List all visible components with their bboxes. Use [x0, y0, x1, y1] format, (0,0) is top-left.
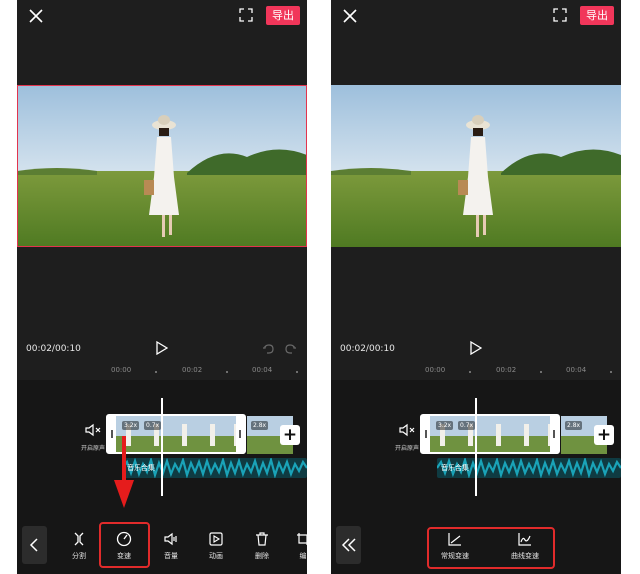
chevron-left-icon	[29, 538, 38, 552]
music-label: 音乐合集	[441, 464, 469, 472]
tool-volume[interactable]: 音量	[151, 531, 191, 561]
export-button[interactable]: 导出	[580, 6, 614, 25]
ruler-tick: 00:04	[252, 366, 273, 374]
close-icon[interactable]	[27, 7, 45, 25]
editor-screen-left: 导出 00:02/00:10 00:00 00:02 00:04 开启原声 3.…	[17, 0, 307, 574]
speed-highlight-box	[99, 522, 150, 568]
music-label: 音乐合集	[127, 464, 155, 472]
back-button[interactable]	[22, 526, 47, 564]
trim-handle-left[interactable]	[422, 416, 430, 452]
speaker-mute-icon	[85, 423, 101, 437]
ruler-tick: 00:00	[425, 366, 446, 374]
delete-icon	[256, 532, 268, 546]
back-button[interactable]	[336, 526, 361, 564]
speed-badge: 2.8x	[251, 421, 269, 430]
ruler-tick: 00:00	[111, 366, 132, 374]
video-preview	[331, 85, 621, 247]
close-icon[interactable]	[341, 7, 359, 25]
tool-split[interactable]: 分割	[59, 531, 99, 561]
ruler-tick: 00:02	[496, 366, 517, 374]
speaker-mute-icon	[399, 423, 415, 437]
ruler-tick: 00:02	[182, 366, 203, 374]
timeline-ruler: 00:00 00:02 00:04	[331, 366, 621, 380]
volume-icon	[164, 532, 177, 546]
time-display: 00:02/00:10	[340, 344, 395, 354]
fullscreen-icon[interactable]	[553, 8, 567, 22]
tool-edit[interactable]: 编	[283, 531, 307, 561]
music-track[interactable]: 音乐合集	[123, 458, 307, 478]
time-display: 00:02/00:10	[26, 344, 81, 354]
clip-selection-frame	[420, 414, 560, 454]
preview-selection-border	[17, 85, 307, 247]
speed-options-highlight-box	[427, 527, 555, 569]
split-icon	[74, 532, 84, 546]
add-clip-button[interactable]: +	[280, 425, 300, 445]
red-arrow-annotation	[114, 436, 134, 508]
timeline-ruler: 00:00 00:02 00:04	[17, 366, 307, 380]
trim-handle-right[interactable]	[550, 416, 558, 452]
speed-badge: 2.8x	[565, 421, 583, 430]
undo-icon[interactable]	[262, 343, 274, 355]
double-chevron-left-icon	[341, 538, 356, 552]
playhead[interactable]	[161, 398, 163, 496]
editor-screen-right: 导出 00:02/00:10 00:00 00:02 00:04 开启原声 3.…	[331, 0, 621, 574]
add-clip-button[interactable]: +	[594, 425, 614, 445]
music-track[interactable]: 音乐合集	[437, 458, 621, 478]
tool-animation[interactable]: 动画	[196, 531, 236, 561]
animation-icon	[209, 532, 223, 546]
play-icon[interactable]	[470, 341, 482, 355]
trim-handle-right[interactable]	[236, 416, 244, 452]
playhead[interactable]	[475, 398, 477, 496]
play-icon[interactable]	[156, 341, 168, 355]
export-button[interactable]: 导出	[266, 6, 300, 25]
ruler-tick: 00:04	[566, 366, 587, 374]
tool-delete[interactable]: 删除	[242, 531, 282, 561]
fullscreen-icon[interactable]	[239, 8, 253, 22]
redo-icon[interactable]	[285, 343, 297, 355]
edit-icon	[297, 533, 307, 545]
